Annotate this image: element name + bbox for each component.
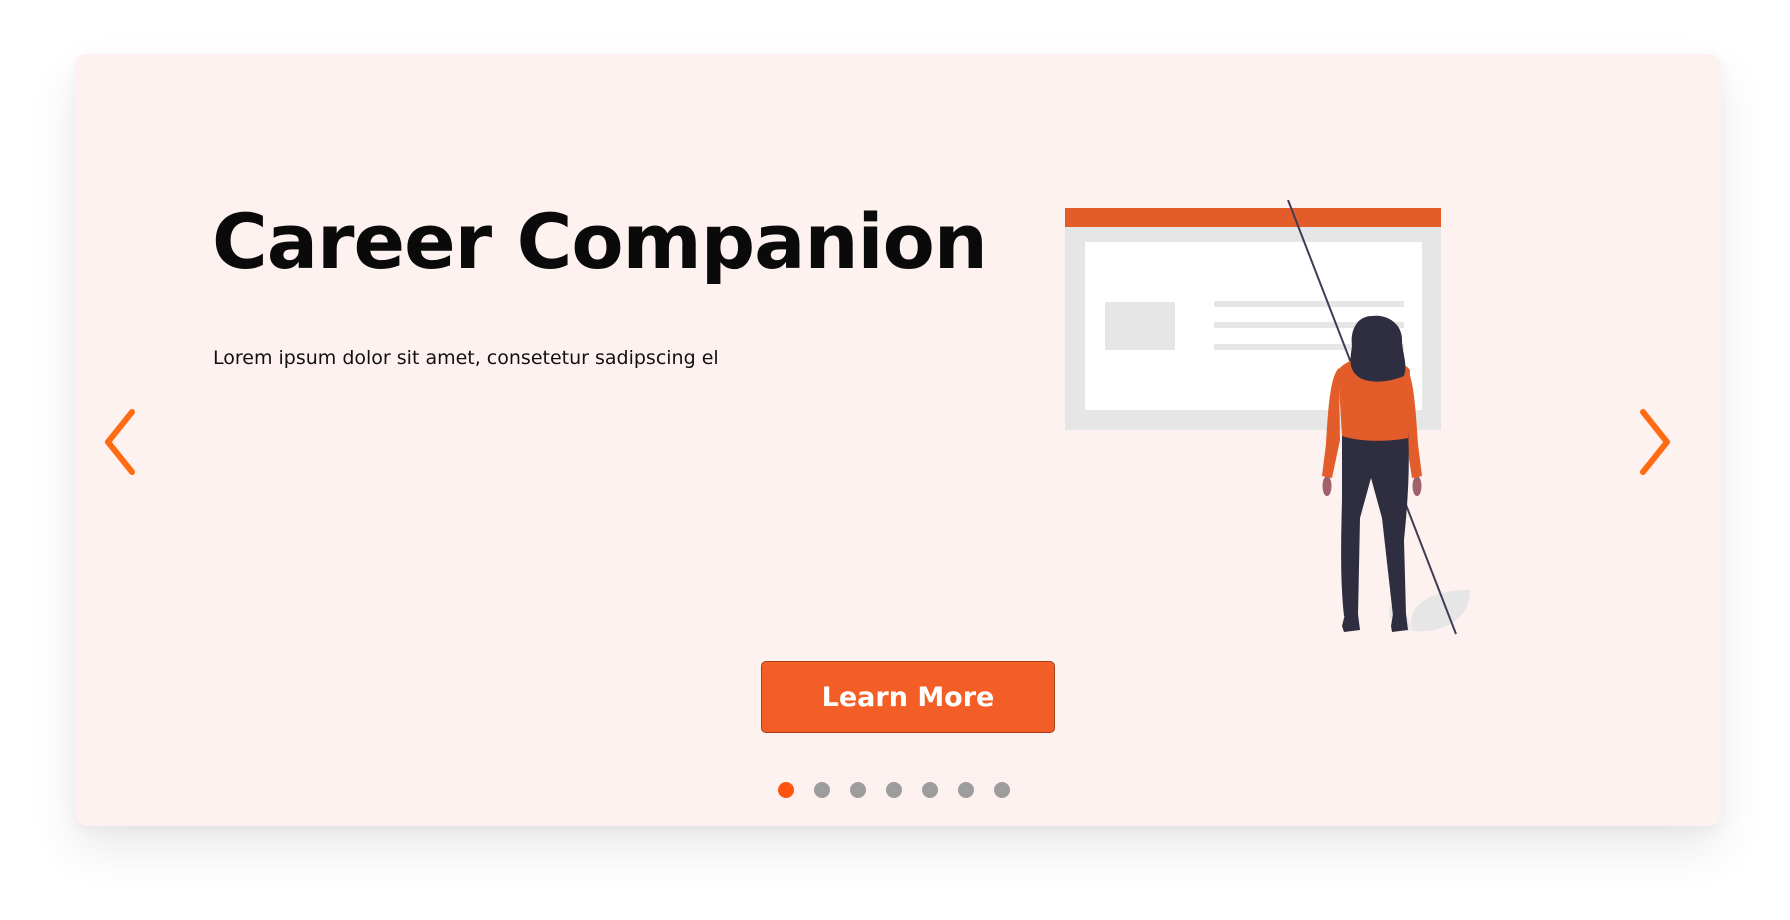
carousel-prev-button[interactable] [100,406,150,478]
pagination-dot[interactable] [814,782,830,798]
pagination-dot[interactable] [778,782,794,798]
pagination-dot[interactable] [922,782,938,798]
page: Career Companion Lorem ipsum dolor sit a… [0,0,1790,920]
slide-description: Lorem ipsum dolor sit amet, consetetur s… [213,347,719,369]
text-line [1214,301,1404,307]
pagination-dot[interactable] [886,782,902,798]
image-placeholder [1105,302,1175,350]
carousel-next-button[interactable] [1625,406,1675,478]
slide-title: Career Companion [212,197,988,286]
pagination-dot[interactable] [958,782,974,798]
woman-viewing-webpage-illustration [1065,200,1470,635]
browser-window-titlebar [1065,208,1441,227]
chevron-left-icon [105,409,135,475]
carousel-pagination [778,782,1010,798]
learn-more-button[interactable]: Learn More [761,661,1055,733]
pagination-dot[interactable] [850,782,866,798]
pagination-dot[interactable] [994,782,1010,798]
chevron-right-icon [1640,409,1670,475]
